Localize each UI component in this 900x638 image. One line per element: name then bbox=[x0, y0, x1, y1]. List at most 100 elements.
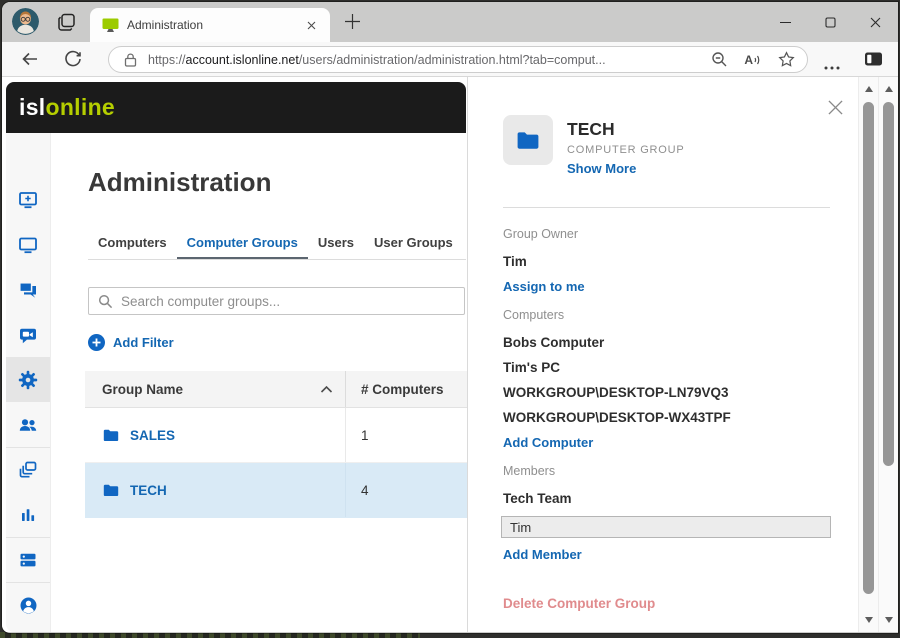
sidebar-item-chat[interactable] bbox=[6, 267, 50, 312]
computers-label: Computers bbox=[503, 308, 832, 322]
num-computers-header-label: # Computers bbox=[361, 382, 444, 397]
computer-item[interactable]: Bobs Computer bbox=[503, 335, 832, 351]
sort-ascending-icon bbox=[320, 385, 333, 394]
delete-computer-group-link[interactable]: Delete Computer Group bbox=[503, 596, 655, 611]
page-scrollbar bbox=[878, 77, 898, 632]
computer-item[interactable]: WORKGROUP\DESKTOP-LN79VQ3 bbox=[503, 385, 832, 401]
panel-group-subtitle: COMPUTER GROUP bbox=[567, 144, 685, 156]
member-item-highlighted[interactable]: Tim bbox=[501, 516, 831, 538]
close-button[interactable] bbox=[853, 2, 898, 42]
read-aloud-icon[interactable]: A bbox=[744, 53, 762, 67]
bar-chart-icon bbox=[18, 505, 38, 525]
column-header-num-computers[interactable]: # Computers bbox=[345, 371, 467, 407]
panel-scrollbar-thumb[interactable] bbox=[863, 102, 874, 594]
main-content: Administration Computers Computer Groups… bbox=[52, 77, 467, 632]
group-owner-section: Group Owner Tim Assign to me bbox=[503, 227, 832, 295]
table-row-tech[interactable]: TECH 4 bbox=[85, 463, 467, 518]
scroll-down-arrow[interactable] bbox=[865, 617, 873, 623]
panel-header: TECH COMPUTER GROUP Show More bbox=[503, 115, 685, 176]
browser-profile-avatar[interactable] bbox=[12, 8, 39, 35]
group-tile bbox=[503, 115, 553, 165]
tab-close-icon[interactable] bbox=[302, 16, 320, 34]
sidebar-item-computers[interactable] bbox=[6, 222, 50, 267]
avatar-image bbox=[12, 8, 39, 35]
sidebar-item-reports[interactable] bbox=[6, 492, 50, 537]
logo-isl: isl bbox=[19, 94, 45, 121]
browser-tab[interactable]: Administration bbox=[90, 8, 330, 42]
tab-computer-groups[interactable]: Computer Groups bbox=[177, 227, 308, 259]
panel-scrollbar bbox=[858, 77, 878, 632]
sidebar-item-account[interactable] bbox=[6, 582, 50, 627]
favorites-star-icon[interactable] bbox=[778, 51, 795, 68]
scroll-down-arrow[interactable] bbox=[885, 617, 893, 623]
search-box bbox=[88, 287, 465, 315]
address-bar[interactable]: https://account.islonline.net/users/admi… bbox=[108, 46, 808, 73]
read-aloud-letter: A bbox=[744, 53, 753, 67]
refresh-button[interactable] bbox=[64, 50, 82, 73]
sidebar-item-users[interactable] bbox=[6, 402, 50, 447]
folder-icon bbox=[102, 481, 120, 499]
url-text: https://account.islonline.net/users/admi… bbox=[148, 53, 695, 67]
tab-computers[interactable]: Computers bbox=[88, 227, 177, 259]
folder-icon bbox=[102, 426, 120, 444]
url-scheme: https:// bbox=[148, 53, 186, 67]
monitor-icon bbox=[18, 235, 38, 255]
tab-user-groups[interactable]: User Groups bbox=[364, 227, 463, 259]
new-tab-button[interactable] bbox=[344, 13, 361, 35]
scroll-up-arrow[interactable] bbox=[865, 86, 873, 92]
table-row-sales[interactable]: SALES 1 bbox=[85, 408, 467, 463]
browser-window: Administration bbox=[2, 2, 898, 633]
lock-icon bbox=[123, 52, 138, 68]
browser-toolbar: https://account.islonline.net/users/admi… bbox=[2, 42, 898, 77]
panel-divider bbox=[503, 207, 830, 208]
window-controls bbox=[763, 2, 898, 42]
maximize-button[interactable] bbox=[808, 2, 853, 42]
group-name-tech: TECH bbox=[130, 483, 167, 498]
folder-icon bbox=[515, 127, 541, 153]
scroll-up-arrow[interactable] bbox=[885, 86, 893, 92]
sidebar-item-new-session[interactable] bbox=[6, 177, 50, 222]
add-filter-button[interactable]: Add Filter bbox=[88, 334, 174, 351]
workspaces-icon[interactable] bbox=[56, 12, 77, 38]
url-domain: account.islonline.net bbox=[186, 53, 299, 67]
computer-groups-table: Group Name # Computers SALES bbox=[85, 371, 467, 518]
page-title: Administration bbox=[88, 167, 271, 198]
panel-group-title: TECH bbox=[567, 119, 685, 140]
group-name-sales: SALES bbox=[130, 428, 175, 443]
computer-item[interactable]: WORKGROUP\DESKTOP-WX43TPF bbox=[503, 410, 832, 426]
column-header-group-name[interactable]: Group Name bbox=[85, 371, 345, 407]
sidebar-item-video-call[interactable] bbox=[6, 312, 50, 357]
table-header: Group Name # Computers bbox=[85, 371, 467, 408]
sidebar bbox=[6, 133, 51, 632]
browser-tab-strip: Administration bbox=[2, 2, 898, 42]
assign-to-me-link[interactable]: Assign to me bbox=[503, 279, 832, 295]
tab-title: Administration bbox=[127, 18, 302, 32]
tab-users[interactable]: Users bbox=[308, 227, 364, 259]
add-filter-label: Add Filter bbox=[113, 335, 174, 350]
add-member-link[interactable]: Add Member bbox=[503, 547, 832, 563]
sidebar-item-storage[interactable] bbox=[6, 537, 50, 582]
video-call-icon bbox=[18, 325, 38, 345]
split-screen-icon[interactable] bbox=[864, 51, 883, 72]
sidebar-item-sessions[interactable] bbox=[6, 447, 50, 492]
member-item[interactable]: Tech Team bbox=[503, 491, 832, 507]
chat-icon bbox=[18, 280, 38, 300]
add-computer-link[interactable]: Add Computer bbox=[503, 435, 832, 451]
members-label: Members bbox=[503, 464, 832, 478]
sidebar-item-settings[interactable] bbox=[6, 357, 50, 402]
back-button[interactable] bbox=[21, 50, 39, 73]
admin-tabs: Computers Computer Groups Users User Gro… bbox=[88, 227, 466, 260]
layers-icon bbox=[18, 460, 38, 480]
show-more-link[interactable]: Show More bbox=[567, 161, 685, 176]
details-panel: TECH COMPUTER GROUP Show More Group Owne… bbox=[467, 77, 858, 632]
minimize-button[interactable] bbox=[763, 2, 808, 42]
computer-item[interactable]: Tim's PC bbox=[503, 360, 832, 376]
page-scrollbar-thumb[interactable] bbox=[883, 102, 894, 466]
tech-computer-count: 4 bbox=[345, 463, 467, 517]
group-name-header-label: Group Name bbox=[102, 382, 183, 397]
panel-close-icon[interactable] bbox=[825, 97, 845, 117]
zoom-out-icon[interactable] bbox=[711, 51, 728, 68]
web-page: islonline bbox=[2, 77, 898, 632]
more-options-icon[interactable] bbox=[824, 57, 840, 75]
search-input[interactable] bbox=[121, 294, 464, 309]
